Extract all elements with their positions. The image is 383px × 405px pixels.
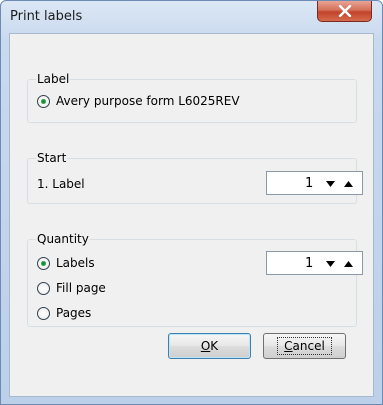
spinner-up-button[interactable] bbox=[341, 178, 355, 190]
radio-button-checked[interactable] bbox=[37, 94, 50, 108]
pages-option-label: Pages bbox=[56, 306, 92, 320]
cancel-label-rest: ancel bbox=[292, 339, 325, 353]
start-label-text: 1. Label bbox=[37, 177, 85, 191]
fill-page-option-label: Fill page bbox=[56, 281, 106, 295]
close-button[interactable] bbox=[317, 1, 372, 22]
cancel-mnemonic: C bbox=[284, 339, 293, 353]
window-title: Print labels bbox=[10, 9, 83, 24]
spinner-down-button[interactable] bbox=[323, 178, 337, 190]
label-group-legend: Label bbox=[36, 72, 71, 86]
avery-form-label: Avery purpose form L6025REV bbox=[56, 94, 240, 108]
triangle-down-icon bbox=[325, 181, 335, 187]
start-label-spinner[interactable]: 1 bbox=[266, 171, 363, 195]
cancel-button-label: Cancel bbox=[277, 337, 332, 355]
triangle-down-icon bbox=[325, 261, 335, 267]
radio-button-unchecked[interactable] bbox=[37, 281, 50, 295]
start-groupbox: Start 1. Label 1 bbox=[27, 151, 363, 204]
label-groupbox: Label Avery purpose form L6025REV bbox=[27, 72, 357, 123]
ok-button[interactable]: OK bbox=[168, 333, 251, 359]
close-icon bbox=[338, 5, 351, 17]
cancel-button[interactable]: Cancel bbox=[263, 333, 346, 359]
radio-avery-form[interactable]: Avery purpose form L6025REV bbox=[37, 94, 240, 108]
labels-option-label: Labels bbox=[56, 256, 95, 270]
print-labels-dialog: Print labels Label Avery purpose form L6… bbox=[0, 0, 383, 405]
radio-pages[interactable]: Pages bbox=[37, 306, 91, 320]
quantity-spinner[interactable]: 1 bbox=[266, 251, 363, 275]
ok-mnemonic: O bbox=[200, 339, 211, 353]
spinner-up-button[interactable] bbox=[341, 258, 355, 270]
triangle-up-icon bbox=[343, 261, 353, 267]
radio-button-checked[interactable] bbox=[37, 256, 50, 270]
quantity-group-legend: Quantity bbox=[36, 232, 90, 246]
ok-label-rest: K bbox=[210, 339, 219, 353]
radio-labels[interactable]: Labels bbox=[37, 256, 95, 270]
ok-button-label: OK bbox=[201, 339, 218, 353]
radio-button-unchecked[interactable] bbox=[37, 306, 50, 320]
start-spinner-value[interactable]: 1 bbox=[305, 176, 313, 191]
spinner-down-button[interactable] bbox=[323, 258, 337, 270]
title-bar[interactable]: Print labels bbox=[1, 1, 382, 33]
radio-fill-page[interactable]: Fill page bbox=[37, 281, 106, 295]
start-group-legend: Start bbox=[36, 151, 68, 165]
quantity-groupbox: Quantity Labels Fill page Pages 1 bbox=[27, 232, 363, 327]
quantity-spinner-value[interactable]: 1 bbox=[305, 256, 313, 271]
triangle-up-icon bbox=[343, 181, 353, 187]
